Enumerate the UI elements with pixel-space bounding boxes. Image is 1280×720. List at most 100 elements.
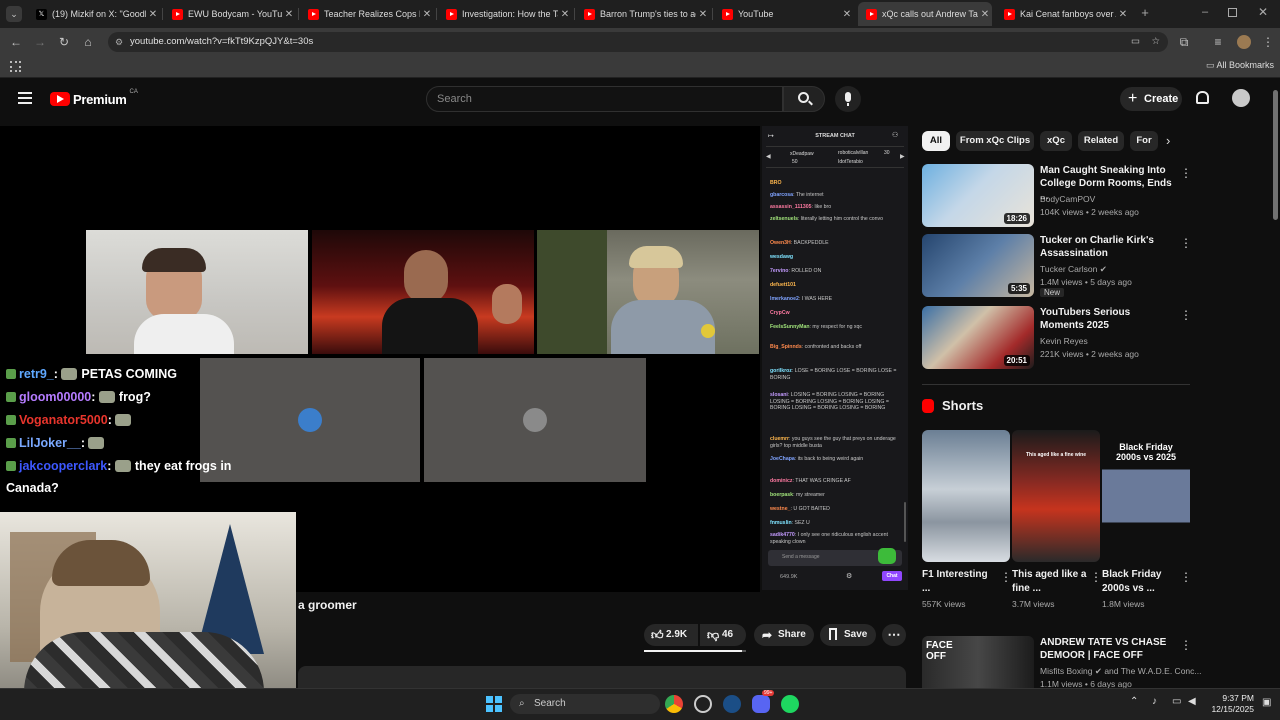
chat-settings-icon[interactable]: ⚙ xyxy=(846,572,852,580)
close-tab-icon[interactable]: ✕ xyxy=(1116,9,1130,20)
page-scrollbar[interactable] xyxy=(1273,90,1278,220)
cast-icon[interactable]: ▭ xyxy=(1131,32,1140,52)
clock[interactable]: 9:37 PM 12/15/2025 xyxy=(1206,693,1254,715)
browser-tab[interactable]: Investigation: How the Ta ✕ xyxy=(438,4,572,24)
spotify-icon[interactable] xyxy=(781,695,799,713)
tab-search-dropdown[interactable]: ⌄ xyxy=(6,6,22,22)
taskbar-search[interactable]: ⌕ Search xyxy=(510,694,660,714)
account-avatar[interactable] xyxy=(1232,89,1250,107)
video-title[interactable]: Tucker on Charlie Kirk's Assassination xyxy=(1040,234,1176,260)
recommendation-card[interactable]: 5:35 Tucker on Charlie Kirk's Assassinati… xyxy=(922,234,1192,298)
more-options-icon[interactable]: ⋮ xyxy=(1180,236,1192,250)
bookmark-star-icon[interactable]: ☆ xyxy=(1151,32,1160,52)
browser-tab[interactable]: Barron Trump's ties to acc ✕ xyxy=(576,4,710,24)
channel-name[interactable]: Kevin Reyes xyxy=(1040,336,1088,346)
notifications-bell-icon[interactable] xyxy=(1196,91,1209,104)
dislike-button[interactable]: 👎︎ 46 xyxy=(700,624,746,646)
description-box[interactable] xyxy=(298,666,906,688)
more-options-icon[interactable]: ⋮ xyxy=(1090,570,1102,584)
video-title[interactable]: YouTubers Serious Moments 2025 xyxy=(1040,306,1176,332)
video-thumbnail[interactable]: 18:26 xyxy=(922,164,1034,227)
chevron-left-icon[interactable]: ◀ xyxy=(766,153,771,160)
close-tab-icon[interactable]: ✕ xyxy=(696,9,710,20)
short-title[interactable]: F1 Interesting ... xyxy=(922,568,998,596)
browser-menu-icon[interactable]: ⋮ xyxy=(1260,34,1276,50)
browser-tab[interactable]: Kai Cenat fanboys over A ✕ xyxy=(996,4,1130,24)
channel-name[interactable]: BodyCamPOV xyxy=(1040,194,1095,204)
save-button[interactable]: Save xyxy=(820,624,876,646)
more-options-icon[interactable]: ⋮ xyxy=(1180,638,1192,652)
more-options-icon[interactable]: ⋮ xyxy=(1000,570,1012,584)
network-icon[interactable]: ▭ xyxy=(1172,696,1181,707)
guide-menu-icon[interactable] xyxy=(18,92,32,104)
apps-grid-icon[interactable] xyxy=(10,61,21,72)
chat-users-icon[interactable]: ⚇ xyxy=(892,131,898,139)
filter-chip[interactable]: For xyxy=(1130,131,1158,151)
close-window-button[interactable]: ✕ xyxy=(1256,5,1270,19)
short-thumbnail[interactable] xyxy=(922,430,1010,562)
new-tab-button[interactable]: + xyxy=(1138,6,1152,20)
browser-tab[interactable]: xQc calls out Andrew Tate ✕ xyxy=(858,2,992,26)
chevron-right-icon[interactable]: ▶ xyxy=(900,153,905,160)
voice-search-mic-icon[interactable] xyxy=(835,86,861,112)
search-input[interactable]: Search xyxy=(426,86,783,112)
profile-avatar[interactable] xyxy=(1237,35,1251,49)
recommendation-card[interactable]: 20:51 YouTubers Serious Moments 2025 Kevin… xyxy=(922,306,1192,370)
notifications-center-icon[interactable]: ▣ xyxy=(1262,697,1271,708)
youtube-premium-logo[interactable]: Premium CA xyxy=(50,89,138,108)
browser-tab[interactable]: EWU Bodycam - YouTube ✕ xyxy=(164,4,296,24)
close-tab-icon[interactable]: ✕ xyxy=(840,9,854,20)
forward-icon[interactable]: → xyxy=(32,34,48,50)
close-tab-icon[interactable]: ✕ xyxy=(420,9,434,20)
close-tab-icon[interactable]: ✕ xyxy=(146,9,160,20)
more-options-icon[interactable]: ⋮ xyxy=(1180,570,1192,584)
short-title[interactable]: This aged like a fine ... xyxy=(1012,568,1088,596)
create-button[interactable]: + Create xyxy=(1120,87,1182,111)
collapse-chat-icon[interactable]: ↦ xyxy=(768,132,774,140)
close-tab-icon[interactable]: ✕ xyxy=(282,9,296,20)
filter-chip[interactable]: Related xyxy=(1078,131,1124,151)
video-title[interactable]: ANDREW TATE VS CHASE DEMOOR | FACE OFF xyxy=(1040,636,1176,662)
discord-icon[interactable]: 99+ xyxy=(752,690,775,713)
short-thumbnail[interactable]: Black Friday 2000s vs 2025 xyxy=(1102,430,1190,562)
chrome-icon[interactable] xyxy=(665,695,683,713)
chat-send-button[interactable]: Chat xyxy=(882,571,902,581)
xbox-icon[interactable] xyxy=(694,695,712,713)
more-actions-button[interactable]: ⋯ xyxy=(882,624,906,646)
filter-chip[interactable]: xQc xyxy=(1040,131,1072,151)
minimize-button[interactable]: – xyxy=(1198,6,1212,20)
short-thumbnail[interactable]: This aged like a fine wine xyxy=(1012,430,1100,562)
search-button[interactable] xyxy=(783,86,825,112)
address-bar[interactable]: ⚙ youtube.com/watch?v=fkTt9KzpQJY&t=30s … xyxy=(108,32,1168,52)
short-title[interactable]: Black Friday 2000s vs ... xyxy=(1102,568,1178,596)
more-options-icon[interactable]: ⋮ xyxy=(1180,166,1192,180)
close-tab-icon[interactable]: ✕ xyxy=(978,9,992,20)
home-icon[interactable]: ⌂ xyxy=(80,34,96,50)
tray-overflow-icon[interactable]: ⌃ xyxy=(1130,696,1138,707)
chat-message-input[interactable]: Send a message xyxy=(768,548,902,566)
chat-scrollbar[interactable] xyxy=(904,502,906,542)
chips-next-icon[interactable]: › xyxy=(1166,133,1170,148)
back-icon[interactable]: ← xyxy=(8,34,24,50)
video-thumbnail[interactable]: 5:35 xyxy=(922,234,1034,297)
more-options-icon[interactable]: ⋮ xyxy=(1180,308,1192,322)
reading-list-icon[interactable]: ≡ xyxy=(1210,34,1226,50)
extensions-icon[interactable]: ⧉ xyxy=(1176,34,1192,50)
maximize-button[interactable] xyxy=(1228,8,1237,17)
close-tab-icon[interactable]: ✕ xyxy=(558,9,572,20)
filter-chip[interactable]: All xyxy=(922,131,950,151)
channel-name[interactable]: Misfits Boxing ✔ and The W.A.D.E. Conc..… xyxy=(1040,666,1201,677)
browser-tab[interactable]: 𝕏 (19) Mizkif on X: "Goodby ✕ xyxy=(28,4,160,24)
all-bookmarks-folder[interactable]: ▭ All Bookmarks xyxy=(1206,60,1274,71)
browser-tab[interactable]: YouTube ✕ xyxy=(714,4,854,24)
reload-icon[interactable]: ↻ xyxy=(56,34,72,50)
video-thumbnail[interactable]: 20:51 xyxy=(922,306,1034,369)
browser-tab[interactable]: Teacher Realizes Cops Dis✕ xyxy=(300,4,434,24)
steam-icon[interactable] xyxy=(723,695,741,713)
volume-icon[interactable]: ◀ xyxy=(1188,696,1196,707)
filter-chip[interactable]: From xQc Clips xyxy=(956,131,1034,151)
channel-name[interactable]: Tucker Carlson ✔ xyxy=(1040,264,1107,275)
like-button[interactable]: 👍︎ 2.9K xyxy=(644,624,698,646)
microphone-tray-icon[interactable]: ♪ xyxy=(1152,696,1157,707)
recommendation-card[interactable]: 18:26 Man Caught Sneaking Into College Do… xyxy=(922,164,1192,228)
